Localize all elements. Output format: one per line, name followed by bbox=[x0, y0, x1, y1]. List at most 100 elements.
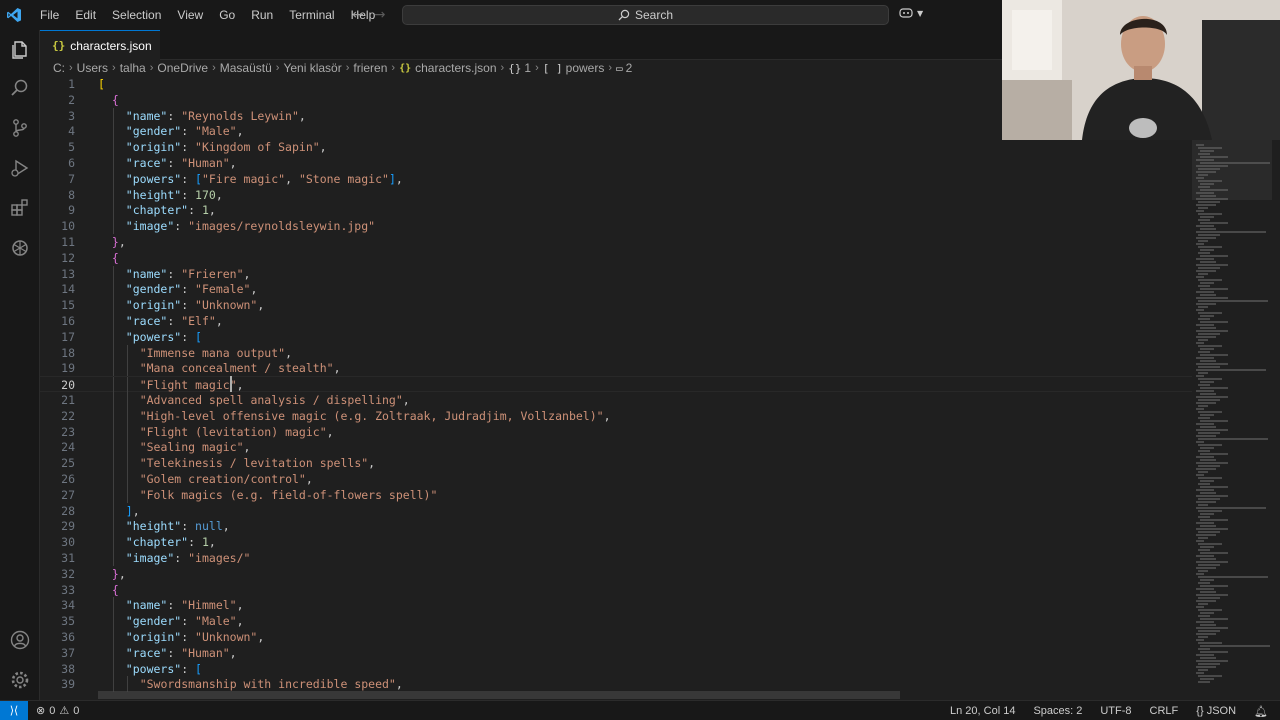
line-number[interactable]: 32 bbox=[40, 566, 75, 582]
code-line[interactable]: 35 "gender": "Male", bbox=[40, 613, 1192, 630]
breadcrumb-segment[interactable]: Yeni klasör bbox=[283, 61, 341, 75]
line-number[interactable]: 6 bbox=[40, 155, 75, 171]
code-line[interactable]: 28], bbox=[40, 502, 1192, 519]
line-number[interactable]: 37 bbox=[40, 645, 75, 661]
menu-go[interactable]: Go bbox=[211, 0, 243, 30]
line-number[interactable]: 2 bbox=[40, 92, 75, 108]
breadcrumb-symbol[interactable]: [ ] powers bbox=[543, 61, 605, 75]
code-line[interactable]: 5 "origin": "Kingdom of Sapin", bbox=[40, 139, 1192, 156]
line-number[interactable]: 34 bbox=[40, 597, 75, 613]
command-center-search[interactable]: Search bbox=[402, 5, 889, 25]
line-number[interactable]: 3 bbox=[40, 108, 75, 124]
vscode-logo-icon[interactable] bbox=[0, 0, 28, 30]
code-line[interactable]: 16 "race": "Elf", bbox=[40, 313, 1192, 329]
code-line[interactable]: 18 "Immense mana output", bbox=[40, 344, 1192, 361]
code-line[interactable]: 32}, bbox=[40, 566, 1192, 582]
code-line[interactable]: 26 "Golem creation/control", bbox=[40, 471, 1192, 487]
notifications-bell-icon[interactable]: 🔔︎ bbox=[1254, 705, 1268, 718]
encoding[interactable]: UTF-8 bbox=[1100, 705, 1131, 717]
line-number[interactable]: 11 bbox=[40, 234, 75, 250]
menu-terminal[interactable]: Terminal bbox=[281, 0, 342, 30]
line-number[interactable]: 27 bbox=[40, 487, 75, 503]
menu-view[interactable]: View bbox=[169, 0, 211, 30]
code-line[interactable]: 33 { bbox=[40, 582, 1192, 598]
line-number[interactable]: 36 bbox=[40, 629, 75, 645]
cursor-position[interactable]: Ln 20, Col 14 bbox=[950, 705, 1015, 717]
breadcrumb-symbol[interactable]: ▭ 2 bbox=[616, 61, 632, 75]
code-line[interactable]: 27 "Folk magics (e.g. field-of-flowers sp… bbox=[40, 486, 1192, 503]
line-number[interactable]: 10 bbox=[40, 218, 75, 234]
code-line[interactable]: 19 "Mana concealment / stealth", bbox=[40, 360, 1192, 377]
breadcrumb-segment[interactable]: talha bbox=[120, 61, 146, 75]
line-number[interactable]: 24 bbox=[40, 439, 75, 455]
line-number[interactable]: 26 bbox=[40, 471, 75, 487]
line-number[interactable]: 28 bbox=[40, 503, 75, 519]
breadcrumb-segment[interactable]: frieren bbox=[353, 61, 387, 75]
code-line[interactable]: 39 "Swordsmanship with incredible speed", bbox=[40, 676, 1192, 693]
code-line[interactable]: 22 "High-level offensive magic (e.g. Zolt… bbox=[40, 407, 1192, 424]
code-line[interactable]: 6 "race": "Human", bbox=[40, 155, 1192, 171]
back-arrow-icon[interactable]: ← bbox=[352, 7, 364, 23]
code-line[interactable]: 38 "powers": [ bbox=[40, 660, 1192, 677]
line-number[interactable]: 8 bbox=[40, 187, 75, 203]
line-number[interactable]: 18 bbox=[40, 345, 75, 361]
code-editor[interactable]: 1 [2 {3 "name": "Reynolds Leywin", 4 "gender"… bbox=[40, 76, 1192, 700]
source-control-icon[interactable] bbox=[8, 116, 32, 140]
code-line[interactable]: 29 "height": null, bbox=[40, 518, 1192, 535]
code-line[interactable]: 31 "image": "images/" bbox=[40, 550, 1192, 566]
line-number[interactable]: 1 bbox=[40, 76, 75, 92]
language-mode[interactable]: {} JSON bbox=[1196, 705, 1236, 717]
menu-edit[interactable]: Edit bbox=[67, 0, 104, 30]
code-line[interactable]: 25 "Telekinesis / levitation spells", bbox=[40, 455, 1192, 472]
line-number[interactable]: 16 bbox=[40, 313, 75, 329]
code-line[interactable]: 36 "origin": "Unknown", bbox=[40, 629, 1192, 645]
code-line[interactable]: 23 "Flight (levitation) magic", bbox=[40, 423, 1192, 440]
forward-arrow-icon[interactable]: → bbox=[374, 7, 386, 23]
line-number[interactable]: 38 bbox=[40, 661, 75, 677]
code-line[interactable]: 12 { bbox=[40, 250, 1192, 266]
code-line[interactable]: 34 "name": "Himmel", bbox=[40, 597, 1192, 614]
code-line[interactable]: 21 "Advanced spell analysis / dispelling"… bbox=[40, 392, 1192, 408]
line-number[interactable]: 29 bbox=[40, 518, 75, 534]
problems-indicator[interactable]: ⊗ 0 ⚠ 0 bbox=[36, 704, 79, 718]
breadcrumb-segment[interactable]: OneDrive bbox=[157, 61, 208, 75]
breadcrumb-segment[interactable]: C: bbox=[53, 61, 65, 75]
line-number[interactable]: 4 bbox=[40, 123, 75, 139]
line-number[interactable]: 5 bbox=[40, 139, 75, 155]
line-endings[interactable]: CRLF bbox=[1150, 705, 1179, 717]
line-number[interactable]: 25 bbox=[40, 455, 75, 471]
line-number[interactable]: 17 bbox=[40, 329, 75, 345]
code-line[interactable]: 10 "image": "images/reynoldsleywin.jpg" bbox=[40, 218, 1192, 235]
line-number[interactable]: 12 bbox=[40, 250, 75, 266]
menu-run[interactable]: Run bbox=[243, 0, 281, 30]
breadcrumb-segment[interactable]: Users bbox=[77, 61, 108, 75]
tab-characters-json[interactable]: {} characters.json bbox=[40, 30, 160, 60]
account-icon[interactable] bbox=[8, 628, 32, 652]
code-line[interactable]: 20 "Flight magic", bbox=[40, 376, 1192, 394]
code-line[interactable]: 17 "powers": [ bbox=[40, 328, 1192, 345]
code-line[interactable]: 14 "gender": "Female", bbox=[40, 281, 1192, 298]
line-number[interactable]: 19 bbox=[40, 360, 75, 376]
line-number[interactable]: 9 bbox=[40, 202, 75, 218]
code-line[interactable]: 30 "chapter": 1, bbox=[40, 534, 1192, 551]
code-line[interactable]: 11}, bbox=[40, 234, 1192, 250]
code-line[interactable]: 7 "powers": ["Fire magic", "Stone magic"]… bbox=[40, 170, 1192, 187]
menu-selection[interactable]: Selection bbox=[104, 0, 169, 30]
line-number[interactable]: 20 bbox=[40, 377, 75, 393]
code-line[interactable]: 9 "chapter": 1, bbox=[40, 202, 1192, 219]
horizontal-scrollbar[interactable] bbox=[98, 691, 900, 699]
copilot-menu-button[interactable]: ▼ bbox=[898, 6, 923, 20]
minimap[interactable] bbox=[1192, 140, 1272, 700]
line-number[interactable]: 31 bbox=[40, 550, 75, 566]
indentation-setting[interactable]: Spaces: 2 bbox=[1033, 705, 1082, 717]
breadcrumb-symbol[interactable]: {} 1 bbox=[508, 61, 531, 75]
line-number[interactable]: 30 bbox=[40, 534, 75, 550]
line-number[interactable]: 23 bbox=[40, 424, 75, 440]
remote-indicator-icon[interactable]: ⟩⟨ bbox=[0, 700, 28, 720]
explorer-icon[interactable] bbox=[8, 38, 32, 62]
line-number[interactable]: 14 bbox=[40, 281, 75, 297]
breadcrumb-file[interactable]: {} characters.json bbox=[399, 61, 496, 75]
code-line[interactable]: 8 "height": 170, bbox=[40, 186, 1192, 203]
run-debug-icon[interactable] bbox=[8, 156, 32, 180]
chatgpt-extension-icon[interactable] bbox=[8, 236, 32, 260]
